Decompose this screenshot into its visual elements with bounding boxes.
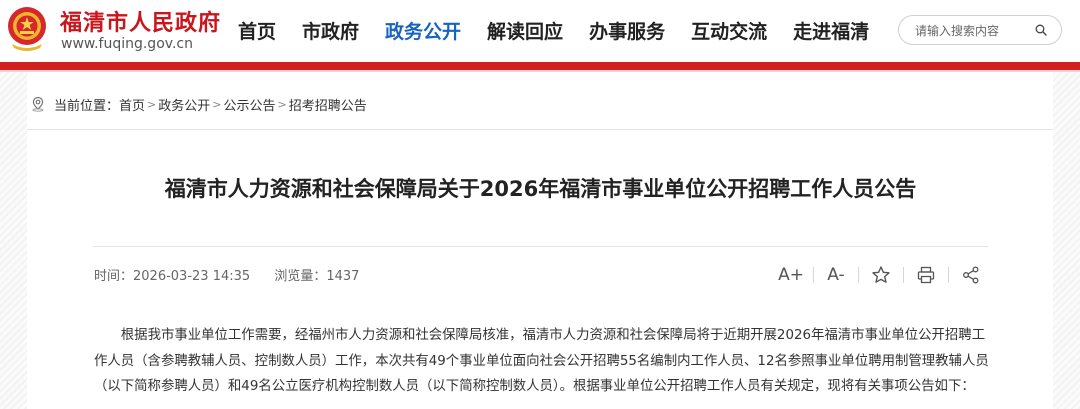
breadcrumb-prefix: 当前位置： — [54, 98, 120, 114]
breadcrumb-separator: > — [147, 97, 157, 111]
breadcrumb-separator: > — [277, 97, 287, 111]
nav-about-fuqing[interactable]: 走进福清 — [793, 17, 869, 44]
paragraph-line: 根据我市事业单位工作需要，经福州市人力资源和社会保障局核准，福清市人力资源和社会… — [120, 328, 986, 343]
publish-time: 时间：2026-03-23 14:35 — [94, 269, 250, 284]
print-button[interactable] — [915, 264, 937, 286]
view-count-label: 浏览量： — [274, 269, 327, 284]
article-tools: A+ A- — [778, 263, 982, 287]
favorite-button[interactable] — [870, 264, 892, 286]
article-meta: 时间：2026-03-23 14:35 浏览量：1437 — [94, 265, 379, 284]
article-paragraph: 根据我市事业单位工作需要，经福州市人力资源和社会保障局核准，福清市人力资源和社会… — [94, 323, 994, 400]
breadcrumb-separator: > — [212, 97, 222, 111]
share-icon — [963, 266, 979, 284]
search-box — [898, 15, 1062, 45]
nav-interpretation[interactable]: 解读回应 — [487, 17, 563, 44]
site-header: 福清市人民政府 www.fuqing.gov.cn 首页 市政府 政务公开 解读… — [0, 0, 1080, 62]
paragraph-line: 作人员（含参聘教辅人员、控制数人员）工作，本次共有49个事业单位面向社会公开招聘… — [94, 353, 989, 369]
article-body: 根据我市事业单位工作需要，经福州市人力资源和社会保障局核准，福清市人力资源和社会… — [94, 323, 994, 400]
site-url: www.fuqing.gov.cn — [61, 36, 193, 52]
nav-city-government[interactable]: 市政府 — [302, 17, 359, 44]
search-input[interactable] — [913, 21, 1035, 41]
breadcrumb-divider — [27, 129, 1053, 130]
location-pin-icon — [32, 96, 44, 112]
font-increase-icon: A+ — [778, 265, 804, 285]
national-emblem-icon[interactable] — [6, 6, 48, 52]
article-title: 福清市人力资源和社会保障局关于2026年福清市事业单位公开招聘工作人员公告 — [164, 177, 917, 201]
breadcrumb: 当前位置： 首页 > 政务公开 > 公示公告 > 招考招聘公告 — [30, 94, 367, 114]
tool-divider — [948, 267, 949, 283]
publish-time-label: 时间： — [94, 269, 134, 284]
nav-services[interactable]: 办事服务 — [589, 17, 665, 44]
font-decrease-button[interactable]: A- — [825, 264, 847, 286]
font-decrease-icon: A- — [827, 265, 845, 285]
breadcrumb-recruitment-notices[interactable]: 招考招聘公告 — [289, 95, 367, 114]
paragraph-line: （以下简称参聘人员）和49名公立医疗机构控制数人员（以下简称控制数人员）。根据事… — [94, 379, 975, 394]
search-icon[interactable] — [1035, 24, 1047, 36]
nav-home[interactable]: 首页 — [238, 17, 276, 44]
star-icon — [872, 266, 890, 283]
font-increase-button[interactable]: A+ — [778, 264, 804, 286]
title-divider — [93, 246, 988, 247]
share-button[interactable] — [960, 264, 982, 286]
nav-government-affairs[interactable]: 政务公开 — [385, 17, 461, 44]
view-count: 浏览量：1437 — [274, 269, 359, 284]
tool-divider — [903, 267, 904, 283]
site-title[interactable]: 福清市人民政府 — [60, 5, 221, 37]
breadcrumb-government-affairs[interactable]: 政务公开 — [158, 95, 210, 114]
breadcrumb-home[interactable]: 首页 — [119, 95, 145, 114]
tool-divider — [813, 267, 814, 283]
publish-time-value: 2026-03-23 14:35 — [133, 269, 251, 284]
breadcrumb-public-notices[interactable]: 公示公告 — [223, 95, 275, 114]
nav-interaction[interactable]: 互动交流 — [691, 17, 767, 44]
tool-divider — [858, 267, 859, 283]
main-nav: 首页 市政府 政务公开 解读回应 办事服务 互动交流 走进福清 — [238, 15, 895, 45]
header-accent-bar — [0, 62, 1080, 70]
view-count-value: 1437 — [326, 269, 360, 284]
printer-icon — [917, 266, 935, 284]
